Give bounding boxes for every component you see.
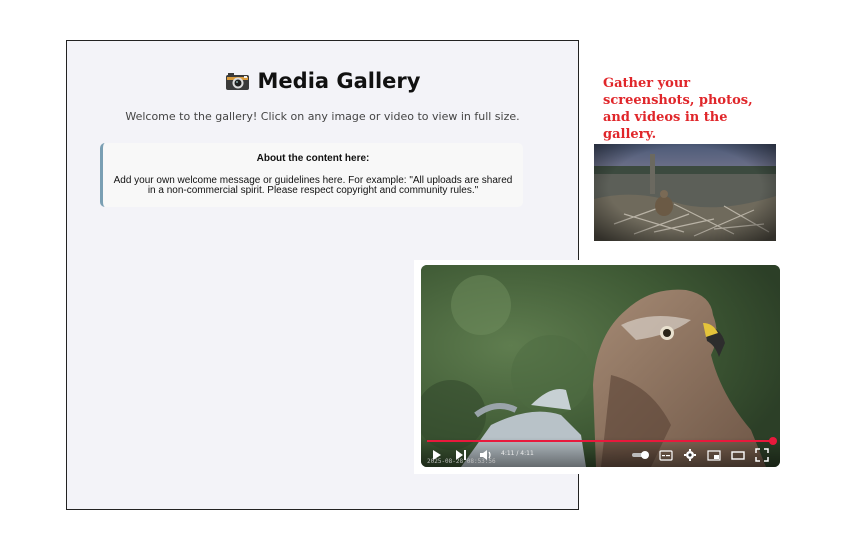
theater-mode-icon[interactable]	[731, 448, 745, 462]
gallery-title-row: Media Gallery	[67, 69, 578, 93]
side-caption: Gather your screenshots, photos, and vid…	[603, 76, 753, 142]
info-heading: About the content here:	[256, 153, 370, 164]
autoplay-toggle-icon[interactable]	[631, 448, 651, 462]
info-text: Add your own welcome message or guidelin…	[113, 175, 513, 196]
progress-scrubber[interactable]	[769, 437, 777, 445]
page-title: Media Gallery	[257, 69, 421, 93]
miniplayer-icon[interactable]	[707, 448, 721, 462]
video-player[interactable]: 4:11 / 4:11 2025-08-28 08:53:56	[421, 265, 780, 467]
welcome-text: Welcome to the gallery! Click on any ima…	[125, 110, 520, 123]
fullscreen-icon[interactable]	[755, 448, 769, 462]
camera-icon	[225, 73, 249, 90]
subtitles-icon[interactable]	[659, 448, 673, 462]
nest-thumbnail-image[interactable]	[594, 144, 776, 241]
video-card: 4:11 / 4:11 2025-08-28 08:53:56	[414, 260, 784, 474]
info-box: About the content here: Add your own wel…	[100, 143, 523, 207]
settings-gear-icon[interactable]	[683, 448, 697, 462]
nest-scene-graphic	[594, 144, 776, 241]
progress-bar[interactable]	[427, 440, 774, 442]
video-timestamp: 2025-08-28 08:53:56	[427, 458, 496, 465]
time-display: 4:11 / 4:11	[501, 450, 534, 457]
